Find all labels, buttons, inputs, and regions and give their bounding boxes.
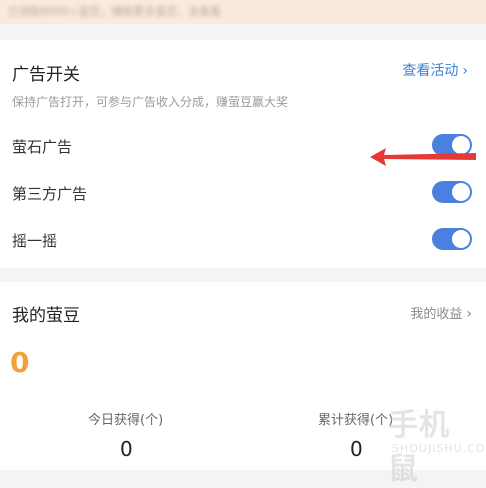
ad-row-label-third-party: 第三方广告 [12,185,88,203]
chevron-right-icon: › [462,63,468,79]
today-earned-label: 今日获得(个) [88,413,164,428]
third-party-ads-toggle[interactable] [432,181,472,203]
arrow-shape [370,148,476,166]
chevron-right-icon: › [466,306,472,322]
beans-balance: 0 [10,346,30,379]
ad-row-label-shake: 摇一摇 [12,232,58,250]
ads-subtitle: 保持广告打开，可参与广告收入分成，赚萤豆赢大奖 [12,95,289,109]
view-activity-label: 查看活动 [402,63,459,79]
total-earned-value: 0 [350,437,363,461]
my-earnings-link[interactable]: 我的收益 › [410,303,472,322]
top-banner[interactable]: 已领取8000+蓝豆，赚取更多蓝豆，去看看 [0,0,486,24]
view-activity-link[interactable]: 查看活动 › [402,60,468,80]
toggle-knob [452,183,470,201]
watermark: 手机鼠 SHOUJISHU.COM [380,400,486,487]
red-arrow-icon [370,148,476,166]
toggle-knob [452,230,470,248]
today-earned-value: 0 [120,437,133,461]
ad-row-label-ezviz: 萤石广告 [12,138,73,156]
my-earnings-label: 我的收益 [410,307,463,322]
watermark-url: SHOUJISHU.COM [392,442,486,455]
beans-section-title: 我的萤豆 [12,306,80,326]
shake-toggle[interactable] [432,228,472,250]
ads-section-title: 广告开关 [12,65,80,85]
banner-text: 已领取8000+蓝豆，赚取更多蓝豆，去看看 [8,5,222,18]
